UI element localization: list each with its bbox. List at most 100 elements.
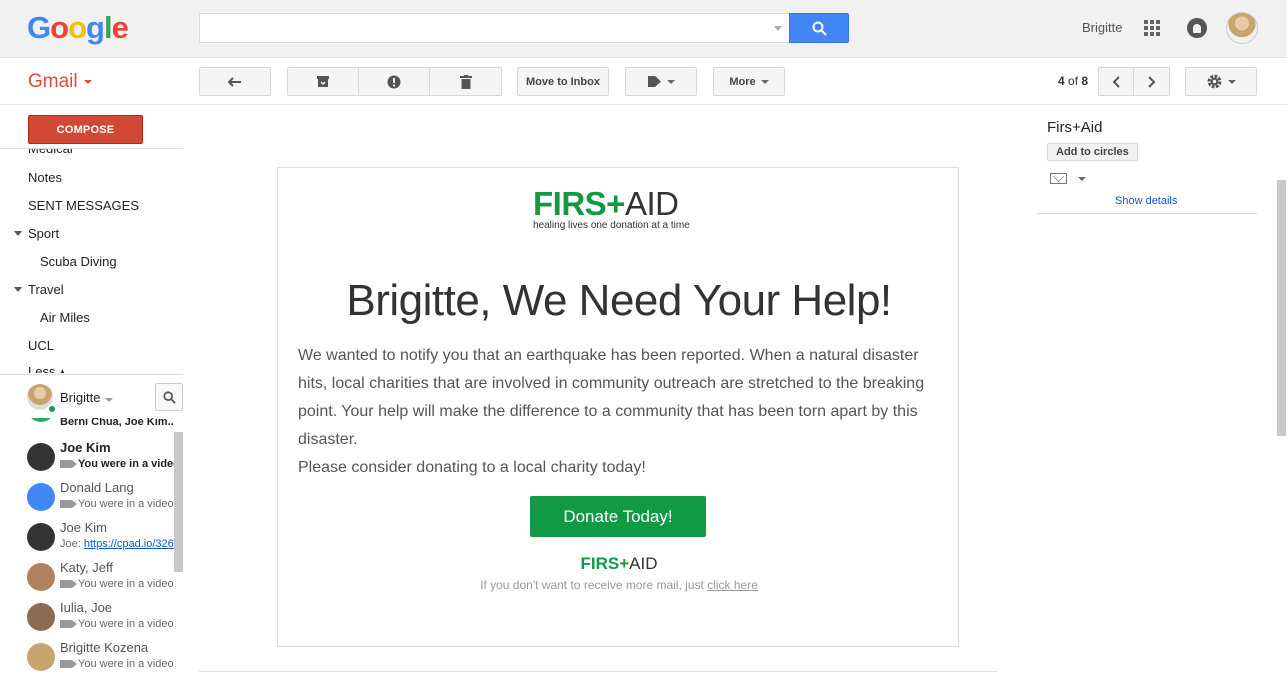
chat-contact[interactable]: Joe Kim Joe: https://cpad.io/326 xyxy=(0,518,174,558)
firstaid-logo: FIRS+AID healing lives one donation at a… xyxy=(533,186,708,232)
contact-avatar xyxy=(27,563,55,591)
report-spam-button[interactable] xyxy=(359,68,430,95)
online-status-icon xyxy=(47,404,57,414)
chevron-down-icon xyxy=(667,79,675,84)
chat-contact[interactable]: Joe Kim You were in a video call xyxy=(0,438,174,478)
nav-item-scuba-diving[interactable]: Scuba Diving xyxy=(40,254,117,269)
contact-avatar xyxy=(27,603,55,631)
gmail-app-switcher[interactable]: Gmail xyxy=(28,71,92,93)
delete-button[interactable] xyxy=(430,68,501,95)
account-avatar[interactable] xyxy=(1226,12,1258,44)
contact-last-message: You were in a video call xyxy=(60,458,174,470)
add-to-circles-label: Add to circles xyxy=(1056,146,1129,158)
brand-tagline: healing lives one donation at a time xyxy=(533,220,690,231)
show-details-link[interactable]: Show details xyxy=(1115,195,1177,207)
google-logo[interactable]: Google xyxy=(27,10,129,46)
chevron-down-icon xyxy=(83,79,92,84)
footer-logo: FIRS+AID xyxy=(278,554,960,574)
settings-button[interactable] xyxy=(1185,67,1257,96)
message-link[interactable]: https://cpad.io/326 xyxy=(84,538,174,550)
chevron-down-icon[interactable] xyxy=(1078,177,1086,181)
unsubscribe-prefix: If you don't want to receive more mail, … xyxy=(480,578,708,592)
trash-icon xyxy=(459,74,472,89)
video-call-icon xyxy=(60,620,77,629)
message-text: You were in a video call xyxy=(78,498,174,510)
chat-contact[interactable]: Iulia, Joe You were in a video call xyxy=(0,598,174,638)
footer-brand-firs: FIRS+ xyxy=(580,554,630,573)
notifications-bell-icon[interactable] xyxy=(1187,18,1207,38)
add-to-circles-button[interactable]: Add to circles xyxy=(1047,143,1138,161)
email-headline: Brigitte, We Need Your Help! xyxy=(346,276,892,325)
chat-my-name: Brigitte xyxy=(60,390,101,405)
chat-contact-list: Berni Chua, Joe Kim... Joe Kim You were in… xyxy=(0,418,183,676)
nav-less-toggle[interactable]: Less ▴ xyxy=(28,364,66,373)
pager-separator: of xyxy=(1064,74,1082,88)
message-text: You were in a video call xyxy=(78,618,174,630)
archive-button[interactable] xyxy=(288,68,359,95)
expand-arrow-icon[interactable] xyxy=(14,287,22,292)
move-to-inbox-button[interactable]: Move to Inbox xyxy=(517,67,609,96)
logo-letter: G xyxy=(27,10,51,45)
more-button[interactable]: More xyxy=(713,67,785,96)
action-button-group xyxy=(287,67,502,96)
nav-item-notes[interactable]: Notes xyxy=(28,170,62,185)
move-to-inbox-label: Move to Inbox xyxy=(526,75,600,88)
nav-item-medical[interactable]: Medical xyxy=(28,149,73,156)
nav-item-air-miles[interactable]: Air Miles xyxy=(40,310,90,325)
contact-name: Joe Kim xyxy=(60,440,111,455)
message-text: You were in a video call xyxy=(78,658,174,670)
chat-scrollbar[interactable] xyxy=(174,432,183,572)
email-paragraph-1: We wanted to notify you that an earthqua… xyxy=(298,347,925,448)
chat-contact[interactable]: Katy, Jeff You were in a video call xyxy=(0,558,174,598)
back-arrow-icon xyxy=(228,76,241,87)
expand-arrow-icon[interactable] xyxy=(14,231,22,236)
search-input[interactable] xyxy=(200,14,790,42)
unsubscribe-link[interactable]: click here xyxy=(707,578,758,592)
chevron-down-icon xyxy=(1228,79,1236,84)
chat-contact[interactable]: Donald Lang You were in a video call xyxy=(0,478,174,518)
compose-button[interactable]: COMPOSE xyxy=(28,115,143,144)
pager-nav-group xyxy=(1098,67,1170,96)
pager-current: 4 xyxy=(1058,74,1065,88)
donate-label: Donate Today! xyxy=(563,506,673,526)
archive-icon xyxy=(317,76,329,87)
email-paragraph: We wanted to notify you that an earthqua… xyxy=(298,342,938,482)
chat-status-menu[interactable]: Brigitte xyxy=(60,390,114,405)
chevron-right-icon xyxy=(1147,75,1155,88)
contact-name: Iulia, Joe xyxy=(60,600,113,615)
search-icon xyxy=(162,390,176,404)
back-to-list-button[interactable] xyxy=(199,67,271,96)
top-bar: Google Brigitte xyxy=(0,0,1287,58)
firstaid-wordmark: FIRS+AID xyxy=(533,186,708,222)
labels-button[interactable] xyxy=(625,67,697,96)
search-button[interactable] xyxy=(789,13,849,43)
email-body: FIRS+AID healing lives one donation at a… xyxy=(277,167,959,647)
thread-divider xyxy=(199,671,998,672)
donate-button[interactable]: Donate Today! xyxy=(530,496,706,537)
page-scrollbar[interactable] xyxy=(1277,180,1286,436)
nav-item-travel[interactable]: Travel xyxy=(28,282,64,297)
nav-item-ucl[interactable]: UCL xyxy=(28,338,54,353)
contact-last-message: You were in a video call xyxy=(60,618,174,630)
search-options-caret-icon[interactable] xyxy=(774,26,782,31)
email-paragraph-2: Please consider donating to a local char… xyxy=(298,459,646,476)
spam-warning-icon xyxy=(387,75,401,88)
chat-contact[interactable]: Brigitte Kozena You were in a video call xyxy=(0,638,174,676)
brand-firs: FIRS+ xyxy=(533,185,625,222)
newer-button[interactable] xyxy=(1099,68,1134,95)
nav-item-sent-messages[interactable]: SENT MESSAGES xyxy=(28,198,139,213)
video-call-icon xyxy=(60,580,77,589)
sender-name: Firs+Aid xyxy=(1047,119,1103,136)
older-button[interactable] xyxy=(1134,68,1169,95)
chevron-left-icon xyxy=(1112,75,1120,88)
chat-header: Brigitte xyxy=(0,374,183,418)
nav-item-sport[interactable]: Sport xyxy=(28,226,59,241)
account-name[interactable]: Brigitte xyxy=(1082,20,1122,35)
chat-search-button[interactable] xyxy=(155,383,183,411)
apps-grid-icon[interactable] xyxy=(1144,20,1160,36)
gmail-label: Gmail xyxy=(28,71,78,92)
email-envelope-icon[interactable] xyxy=(1050,173,1067,184)
chevron-down-icon xyxy=(760,79,769,84)
search-box[interactable] xyxy=(199,13,790,43)
gear-icon xyxy=(1207,74,1222,89)
